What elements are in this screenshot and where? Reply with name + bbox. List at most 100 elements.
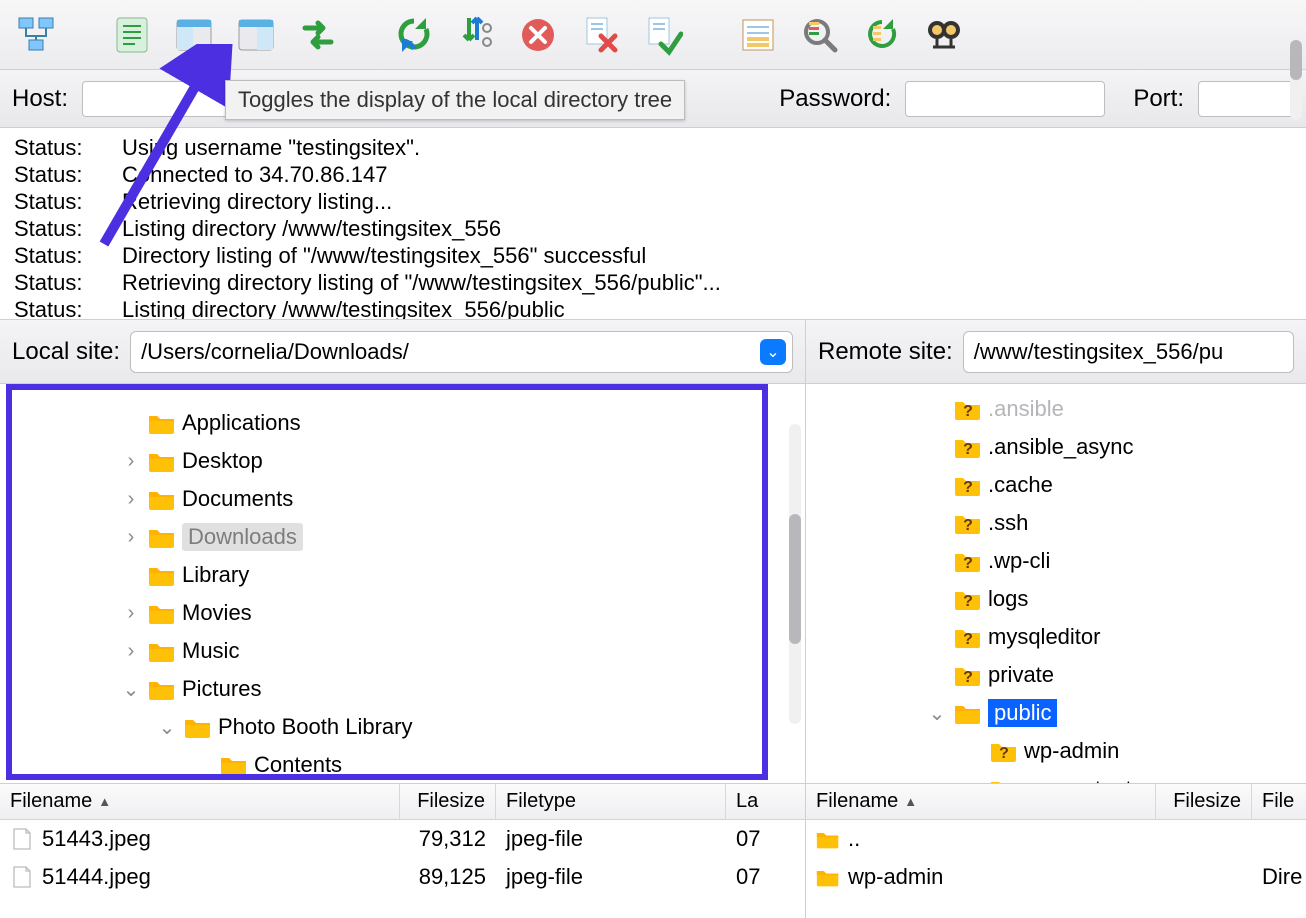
tree-item[interactable]: wp-admin [806, 732, 1306, 770]
tree-item-label: .ansible_async [988, 434, 1134, 460]
remote-file-list[interactable]: Filename▲ Filesize File ..wp-adminDire [806, 784, 1306, 918]
toggle-transfer-queue-button[interactable] [292, 9, 344, 61]
unknown-folder-icon [954, 626, 982, 648]
tree-item[interactable]: Contents [0, 746, 805, 783]
expander-closed-icon[interactable]: › [120, 640, 142, 663]
port-input[interactable] [1198, 81, 1294, 117]
expander-closed-icon[interactable]: › [120, 526, 142, 549]
folder-icon [148, 640, 176, 662]
message-log[interactable]: Status:Using username "testingsitex". St… [0, 128, 1306, 320]
tree-item[interactable]: logs [806, 580, 1306, 618]
folder-icon [148, 678, 176, 700]
tree-item-label: public [988, 699, 1057, 727]
tree-item[interactable]: .wp-cli [806, 542, 1306, 580]
tree-item[interactable]: mysqleditor [806, 618, 1306, 656]
col-filename[interactable]: Filename▲ [0, 784, 400, 819]
tree-item[interactable]: wp-content [806, 770, 1306, 783]
file-row[interactable]: wp-adminDire [806, 858, 1306, 896]
tree-item-label: Desktop [182, 448, 263, 474]
tree-item[interactable]: private [806, 656, 1306, 694]
local-tree-pane[interactable]: Applications›Desktop›Documents›Downloads… [0, 384, 806, 783]
col-filesize[interactable]: Filesize [1156, 784, 1252, 819]
toggle-local-tree-button[interactable] [168, 9, 220, 61]
tree-item[interactable]: › Music [0, 632, 805, 670]
expander-open-icon[interactable]: ⌄ [156, 715, 178, 740]
expander-closed-icon[interactable]: › [120, 602, 142, 625]
cancel-button[interactable] [512, 9, 564, 61]
password-input[interactable] [905, 81, 1105, 117]
tree-item[interactable]: ›Documents [0, 480, 805, 518]
tree-item[interactable]: ›Movies [0, 594, 805, 632]
remote-column-headers[interactable]: Filename▲ Filesize File [806, 784, 1306, 820]
tree-item[interactable]: Applications [0, 404, 805, 442]
process-queue-button[interactable] [450, 9, 502, 61]
file-row[interactable]: 51443.jpeg79,312jpeg-file07 [0, 820, 805, 858]
tree-item[interactable]: .cache [806, 466, 1306, 504]
tree-item[interactable]: ⌄ public [806, 694, 1306, 732]
folder-icon [148, 526, 176, 548]
directory-compare-button[interactable] [856, 9, 908, 61]
file-name: 51443.jpeg [42, 826, 151, 852]
col-lastmod[interactable]: La [726, 784, 805, 819]
file-type: jpeg-file [496, 826, 726, 852]
log-row: Status:Listing directory /www/testingsit… [14, 215, 1292, 242]
col-filename[interactable]: Filename▲ [806, 784, 1156, 819]
filter-button[interactable] [794, 9, 846, 61]
sort-asc-icon: ▲ [904, 794, 917, 809]
tree-item[interactable]: › Downloads [0, 518, 805, 556]
site-manager-button[interactable] [10, 9, 62, 61]
remote-tree-pane[interactable]: .ansible .ansible_async .cache.ssh.wp-clil… [806, 384, 1306, 783]
expander-closed-icon[interactable]: › [120, 488, 142, 511]
scrollbar[interactable] [789, 424, 801, 724]
tree-item-label: Downloads [182, 523, 303, 551]
tree-item[interactable]: ⌄ Pictures [0, 670, 805, 708]
log-row: Status:Directory listing of "/www/testin… [14, 242, 1292, 269]
tree-item[interactable]: .ssh [806, 504, 1306, 542]
refresh-button[interactable] [388, 9, 440, 61]
expander-open-icon[interactable]: ⌄ [926, 701, 948, 726]
file-icon [10, 827, 34, 851]
file-last: 07 [726, 864, 805, 890]
password-label: Password: [779, 85, 891, 113]
local-column-headers[interactable]: Filename▲ Filesize Filetype La [0, 784, 805, 820]
col-file[interactable]: File [1252, 784, 1306, 819]
unknown-folder-icon [954, 474, 982, 496]
local-file-list[interactable]: Filename▲ Filesize Filetype La 51443.jpe… [0, 784, 806, 918]
host-label: Host: [12, 85, 68, 113]
file-row[interactable]: .. [806, 820, 1306, 858]
local-path-combobox[interactable]: /Users/cornelia/Downloads/ ⌄ [130, 331, 793, 373]
col-filesize[interactable]: Filesize [400, 784, 496, 819]
tree-item[interactable]: Library [0, 556, 805, 594]
folder-icon [954, 702, 982, 724]
port-label: Port: [1133, 85, 1184, 113]
tree-item[interactable]: .ansible_async [806, 428, 1306, 466]
tooltip: Toggles the display of the local directo… [225, 80, 685, 120]
expander-open-icon[interactable]: ⌄ [120, 677, 142, 702]
directory-list-button[interactable] [732, 9, 784, 61]
tree-item[interactable]: .ansible [806, 390, 1306, 428]
file-row[interactable]: 51444.jpeg89,125jpeg-file07 [0, 858, 805, 896]
toggle-remote-tree-button[interactable] [230, 9, 282, 61]
chevron-down-icon[interactable]: ⌄ [760, 339, 786, 365]
file-type: Dire [1252, 864, 1306, 890]
file-type: jpeg-file [496, 864, 726, 890]
reconnect-button[interactable] [636, 9, 688, 61]
tree-item-label: Music [182, 638, 239, 664]
find-button[interactable] [918, 9, 970, 61]
remote-path-combobox[interactable]: /www/testingsitex_556/pu [963, 331, 1294, 373]
expander-closed-icon[interactable]: › [120, 450, 142, 473]
tree-item-label: wp-content [1024, 776, 1132, 783]
tree-item-label: Pictures [182, 676, 261, 702]
col-filetype[interactable]: Filetype [496, 784, 726, 819]
local-path-value: /Users/cornelia/Downloads/ [141, 339, 409, 365]
unknown-folder-icon [954, 550, 982, 572]
sort-asc-icon: ▲ [98, 794, 111, 809]
log-row: Status:Using username "testingsitex". [14, 134, 1292, 161]
tree-item-label: Contents [254, 752, 342, 778]
tree-item[interactable]: ⌄Photo Booth Library [0, 708, 805, 746]
tree-item[interactable]: › Desktop [0, 442, 805, 480]
unknown-folder-icon [990, 740, 1018, 762]
toggle-log-button[interactable] [106, 9, 158, 61]
disconnect-button[interactable] [574, 9, 626, 61]
log-row: Status:Retrieving directory listing of "… [14, 269, 1292, 296]
